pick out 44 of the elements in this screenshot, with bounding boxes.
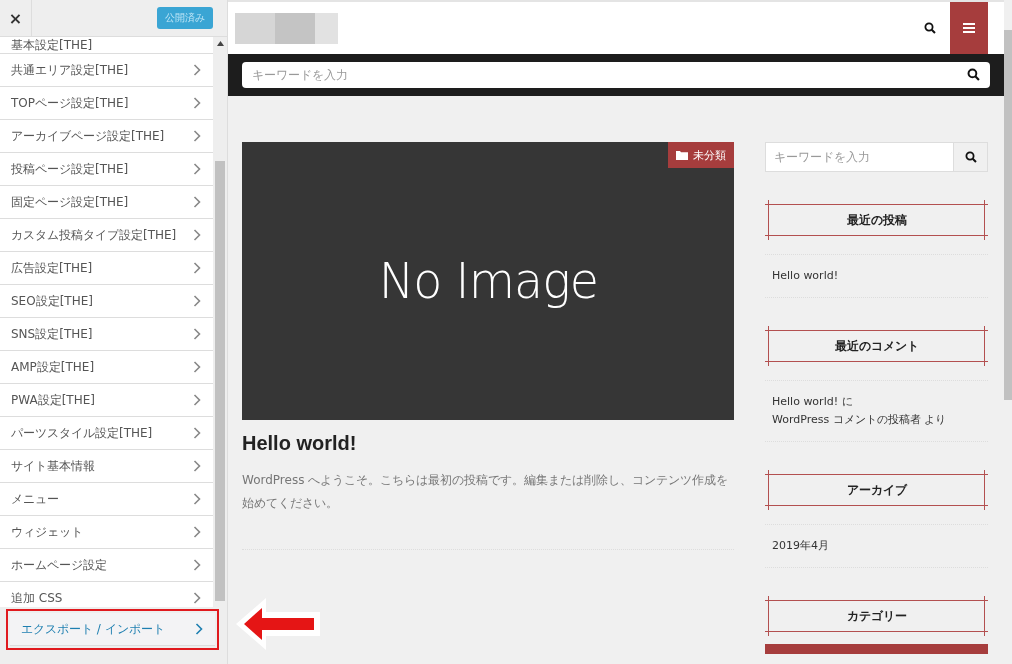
chevron-right-icon bbox=[193, 592, 202, 604]
post-title[interactable]: Hello world! bbox=[242, 432, 734, 455]
chevron-right-icon bbox=[195, 623, 203, 635]
search-icon[interactable] bbox=[924, 22, 936, 34]
chevron-right-icon bbox=[193, 460, 202, 472]
chevron-right-icon bbox=[193, 163, 202, 175]
widget-entry[interactable]: Hello world! に WordPress コメントの投稿者 より bbox=[765, 380, 988, 442]
chevron-right-icon bbox=[193, 559, 202, 571]
widget-title: 最近の投稿 bbox=[765, 200, 988, 240]
menu-button[interactable] bbox=[950, 2, 988, 54]
search-field[interactable]: キーワードを入力 bbox=[242, 62, 990, 88]
menu-icon bbox=[963, 23, 975, 33]
chevron-right-icon bbox=[193, 328, 202, 340]
chevron-right-icon bbox=[193, 295, 202, 307]
chevron-right-icon bbox=[193, 97, 202, 109]
search-form[interactable]: キーワードを入力 bbox=[765, 142, 988, 172]
folder-icon bbox=[676, 150, 688, 160]
chevron-right-icon bbox=[193, 64, 202, 76]
chevron-right-icon bbox=[193, 262, 202, 274]
chevron-right-icon bbox=[193, 493, 202, 505]
chevron-right-icon bbox=[193, 394, 202, 406]
chevron-right-icon bbox=[193, 130, 202, 142]
menu-item[interactable]: 基本設定[THE] bbox=[0, 37, 214, 54]
widget-entry[interactable]: 2019年4月 bbox=[765, 524, 988, 568]
chevron-right-icon bbox=[193, 361, 202, 373]
widget-title: 最近のコメント bbox=[765, 326, 988, 366]
search-icon bbox=[967, 68, 980, 81]
chevron-right-icon bbox=[193, 196, 202, 208]
scroll-up-icon[interactable] bbox=[216, 41, 224, 46]
category-tag[interactable]: 未分類 bbox=[668, 142, 734, 168]
search-icon bbox=[964, 151, 977, 163]
search-button[interactable] bbox=[953, 143, 987, 171]
chevron-right-icon bbox=[193, 229, 202, 241]
widget-entry[interactable]: Hello world! bbox=[765, 254, 988, 298]
chevron-right-icon bbox=[193, 427, 202, 439]
scrollbar-thumb[interactable] bbox=[215, 161, 226, 601]
menu-item[interactable]: エクスポート / インポート bbox=[10, 613, 215, 646]
no-image-text: No Image bbox=[378, 252, 598, 310]
chevron-right-icon bbox=[193, 526, 202, 538]
post-excerpt: WordPress へようこそ。こちらは最初の投稿です。編集または削除し、コンテンツ作成を始めてください。 bbox=[242, 472, 730, 512]
widget-title: カテゴリー bbox=[765, 596, 988, 636]
scrollbar-thumb[interactable] bbox=[1004, 30, 1012, 400]
widget-title: アーカイブ bbox=[765, 470, 988, 510]
category-label: 未分類 bbox=[693, 147, 726, 163]
